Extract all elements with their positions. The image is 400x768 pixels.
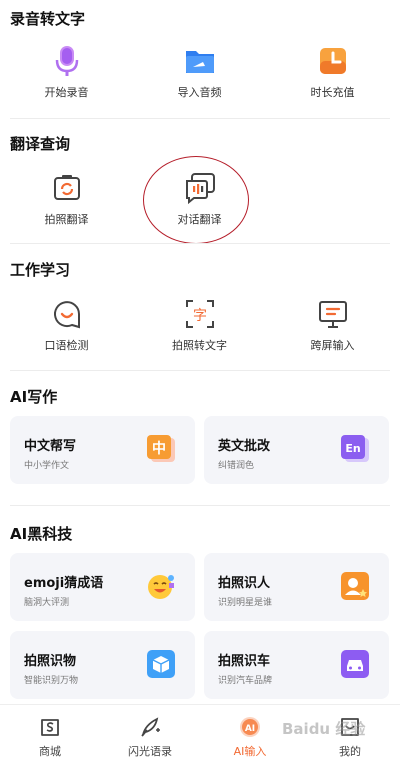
emoji-icon bbox=[148, 575, 174, 599]
start-recording-button[interactable]: 开始录音 bbox=[0, 44, 133, 114]
folder-icon bbox=[185, 51, 214, 73]
section-title-translate: 翻译查询 bbox=[10, 135, 71, 153]
import-audio-button[interactable]: 导入音频 bbox=[133, 44, 266, 114]
person-id-card[interactable]: 拍照识人 识别明星是谁 bbox=[204, 553, 389, 621]
speech-check-icon bbox=[53, 301, 80, 329]
photo-to-text-label: 拍照转文字 bbox=[172, 339, 227, 352]
svg-text:中: 中 bbox=[152, 440, 166, 457]
car-id-subtitle: 识别汽车品牌 bbox=[218, 676, 273, 686]
quill-icon bbox=[141, 717, 160, 737]
record-grid: 开始录音 导入音频 时长充值 bbox=[0, 44, 400, 114]
divider bbox=[10, 243, 390, 244]
english-correct-subtitle: 纠错润色 bbox=[218, 461, 255, 471]
person-id-subtitle: 识别明星是谁 bbox=[218, 598, 273, 608]
watermark: Baidu 经验 bbox=[282, 720, 366, 738]
divider bbox=[10, 118, 390, 119]
chinese-write-icon: 中 bbox=[147, 435, 175, 462]
cross-screen-input-button[interactable]: 跨屏输入 bbox=[266, 297, 399, 367]
camera-translate-icon bbox=[53, 175, 80, 200]
tab-quotes[interactable]: 闪光语录 bbox=[100, 711, 200, 767]
section-title-work: 工作学习 bbox=[10, 261, 71, 279]
clock-icon bbox=[319, 48, 346, 74]
english-correct-icon: En bbox=[341, 435, 369, 462]
section-title-ai-tech: AI黑科技 bbox=[10, 525, 73, 543]
cross-screen-icon bbox=[318, 301, 347, 328]
microphone-icon bbox=[55, 46, 78, 76]
object-id-card[interactable]: 拍照识物 智能识别万物 bbox=[10, 631, 195, 699]
speech-check-button[interactable]: 口语检测 bbox=[0, 297, 133, 367]
tab-shop[interactable]: 商城 bbox=[0, 711, 100, 767]
start-recording-label: 开始录音 bbox=[44, 86, 89, 99]
speech-check-label: 口语检测 bbox=[44, 339, 89, 352]
object-id-subtitle: 智能识别万物 bbox=[24, 676, 79, 686]
import-audio-label: 导入音频 bbox=[177, 86, 222, 99]
tab-quotes-label: 闪光语录 bbox=[128, 745, 172, 758]
section-title-ai-write: AI写作 bbox=[10, 388, 58, 406]
work-grid: 口语检测 字 拍照转文字 跨屏输入 bbox=[0, 297, 400, 367]
tab-shop-label: 商城 bbox=[39, 745, 61, 758]
emoji-idiom-title: emoji猜成语 bbox=[24, 576, 104, 591]
photo-to-text-button[interactable]: 字 拍照转文字 bbox=[133, 297, 266, 367]
photo-text-icon: 字 bbox=[185, 300, 214, 328]
ai-input-icon: AI bbox=[240, 717, 260, 737]
photo-translate-button[interactable]: 拍照翻译 bbox=[0, 171, 133, 241]
emoji-idiom-card[interactable]: emoji猜成语 脑洞大评测 bbox=[10, 553, 195, 621]
car-id-title: 拍照识车 bbox=[218, 654, 271, 669]
chinese-write-subtitle: 中小学作文 bbox=[24, 461, 70, 471]
svg-text:字: 字 bbox=[193, 308, 207, 324]
tab-ai-input-label: AI输入 bbox=[233, 745, 267, 758]
duration-recharge-button[interactable]: 时长充值 bbox=[266, 44, 399, 114]
divider bbox=[10, 370, 390, 371]
object-id-title: 拍照识物 bbox=[24, 654, 77, 669]
tab-profile-label: 我的 bbox=[339, 745, 361, 758]
svg-text:AI: AI bbox=[245, 724, 255, 734]
chinese-write-card[interactable]: 中文帮写 中小学作文 中 bbox=[10, 416, 195, 484]
chinese-write-title: 中文帮写 bbox=[24, 439, 77, 454]
person-id-title: 拍照识人 bbox=[218, 576, 271, 591]
english-correct-card[interactable]: 英文批改 纠错润色 En bbox=[204, 416, 389, 484]
shop-icon bbox=[41, 719, 59, 736]
section-title-record: 录音转文字 bbox=[10, 10, 86, 28]
photo-translate-label: 拍照翻译 bbox=[44, 213, 89, 226]
cross-screen-input-label: 跨屏输入 bbox=[310, 339, 355, 352]
duration-recharge-label: 时长充值 bbox=[310, 86, 355, 99]
car-id-card[interactable]: 拍照识车 识别汽车品牌 bbox=[204, 631, 389, 699]
annotation-circle bbox=[143, 156, 249, 244]
english-correct-title: 英文批改 bbox=[218, 439, 271, 454]
divider bbox=[10, 505, 390, 506]
emoji-idiom-subtitle: 脑洞大评测 bbox=[24, 598, 70, 608]
svg-text:En: En bbox=[345, 442, 360, 455]
car-id-icon bbox=[341, 650, 369, 678]
person-id-icon bbox=[341, 572, 369, 600]
object-id-icon bbox=[147, 650, 175, 678]
